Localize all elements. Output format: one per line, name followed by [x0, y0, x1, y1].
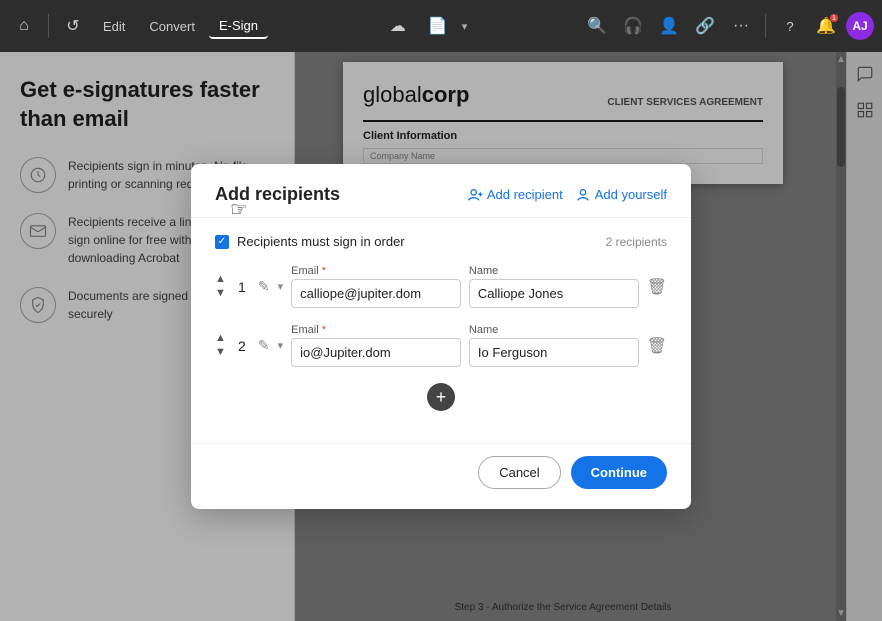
recipient-2-up[interactable]: ▲: [215, 332, 226, 345]
add-recipient-button[interactable]: Add recipient: [467, 187, 563, 203]
link-button[interactable]: 🔗: [689, 10, 721, 42]
must-sign-checkbox[interactable]: ✓: [215, 235, 229, 249]
must-sign-order-label[interactable]: ✓ Recipients must sign in order: [215, 234, 405, 249]
toolbar-divider-1: [48, 14, 49, 38]
link-icon: 🔗: [695, 16, 715, 36]
recipient-1-up[interactable]: ▲: [215, 273, 226, 286]
profile-icon: 👤: [659, 16, 679, 36]
more-icon: ···: [733, 17, 749, 35]
cloud-button[interactable]: ☁: [382, 10, 414, 42]
recipient-2-arrows: ▲ ▼: [215, 332, 226, 359]
recipient-2-name-input[interactable]: [469, 338, 639, 367]
recipient-1-entry: ▲ ▼ 1 ✎ ▾ Email * Name: [215, 265, 667, 308]
document-button[interactable]: 📄: [422, 10, 454, 42]
profile-button[interactable]: 👤: [653, 10, 685, 42]
more-button[interactable]: ···: [725, 10, 757, 42]
add-yourself-button[interactable]: Add yourself: [575, 187, 667, 203]
modal-body: ✓ Recipients must sign in order 2 recipi…: [191, 218, 691, 443]
recipient-1-edit-icon[interactable]: ✎: [258, 278, 270, 295]
add-more-button[interactable]: +: [427, 383, 455, 411]
recipient-1-name-input[interactable]: [469, 279, 639, 308]
convert-menu[interactable]: Convert: [139, 15, 205, 38]
headphone-icon: 🎧: [623, 16, 643, 36]
main-layout: ‹ Request e-signatures ✕ ADD FORM FIELDS…: [0, 52, 882, 621]
recipient-1-name-group: Name: [469, 265, 639, 308]
add-recipient-label: Add recipient: [487, 187, 563, 202]
recipient-1-number: 1: [234, 279, 250, 295]
recipient-1-chevron[interactable]: ▾: [278, 280, 284, 293]
help-button[interactable]: ?: [774, 10, 806, 42]
add-recipients-modal: Add recipients Add recipient: [191, 164, 691, 509]
bell-button[interactable]: 🔔 1: [810, 10, 842, 42]
recipient-2-email-input[interactable]: [291, 338, 461, 367]
recipient-1-delete[interactable]: 🗑: [647, 277, 667, 297]
recipient-2-delete[interactable]: 🗑: [647, 336, 667, 356]
recipient-2-entry: ▲ ▼ 2 ✎ ▾ Email * Name: [215, 324, 667, 367]
recipient-1-email-input[interactable]: [291, 279, 461, 308]
modal-header: Add recipients Add recipient: [191, 164, 691, 218]
continue-button[interactable]: Continue: [571, 456, 667, 489]
home-icon: ⌂: [19, 17, 29, 35]
recipient-2-down[interactable]: ▼: [215, 346, 226, 359]
toolbar-center: ☁ 📄 ▾: [272, 10, 577, 42]
document-icon: 📄: [428, 16, 448, 36]
cloud-icon: ☁: [390, 16, 406, 36]
toolbar: ⌂ ↺ Edit Convert E-Sign ☁ 📄 ▾ 🔍 🎧 👤 🔗: [0, 0, 882, 52]
modal-overlay[interactable]: Add recipients Add recipient: [0, 52, 882, 621]
search-icon: 🔍: [587, 16, 607, 36]
recipient-1-email-group: Email *: [291, 265, 461, 308]
home-button[interactable]: ⌂: [8, 10, 40, 42]
recipients-count-row: ✓ Recipients must sign in order 2 recipi…: [215, 234, 667, 249]
dropdown-arrow: ▾: [462, 20, 468, 33]
toolbar-right: 🔍 🎧 👤 🔗 ··· ? 🔔 1 AJ: [581, 10, 874, 42]
edit-menu[interactable]: Edit: [93, 15, 135, 38]
recipient-1-arrows: ▲ ▼: [215, 273, 226, 300]
recipient-2-chevron[interactable]: ▾: [278, 339, 284, 352]
avatar: AJ: [846, 12, 874, 40]
esign-menu[interactable]: E-Sign: [209, 14, 268, 39]
recipient-2-edit-icon[interactable]: ✎: [258, 337, 270, 354]
recipient-2-name-group: Name: [469, 324, 639, 367]
recipient-1-down[interactable]: ▼: [215, 287, 226, 300]
recipient-2-email-group: Email *: [291, 324, 461, 367]
add-yourself-label: Add yourself: [595, 187, 667, 202]
recipients-count: 2 recipients: [606, 235, 667, 249]
toolbar-divider-2: [765, 14, 766, 38]
modal-title: Add recipients: [215, 184, 340, 205]
headphone-button[interactable]: 🎧: [617, 10, 649, 42]
back-button[interactable]: ↺: [57, 10, 89, 42]
recipient-2-number: 2: [234, 338, 250, 354]
search-button[interactable]: 🔍: [581, 10, 613, 42]
modal-header-actions: Add recipient Add yourself: [467, 187, 667, 203]
back-icon: ↺: [66, 16, 79, 36]
help-icon: ?: [786, 19, 793, 34]
add-more-section: +: [215, 383, 667, 419]
notification-badge: 1: [830, 14, 838, 22]
modal-footer: Cancel Continue: [191, 443, 691, 509]
cancel-button[interactable]: Cancel: [478, 456, 560, 489]
